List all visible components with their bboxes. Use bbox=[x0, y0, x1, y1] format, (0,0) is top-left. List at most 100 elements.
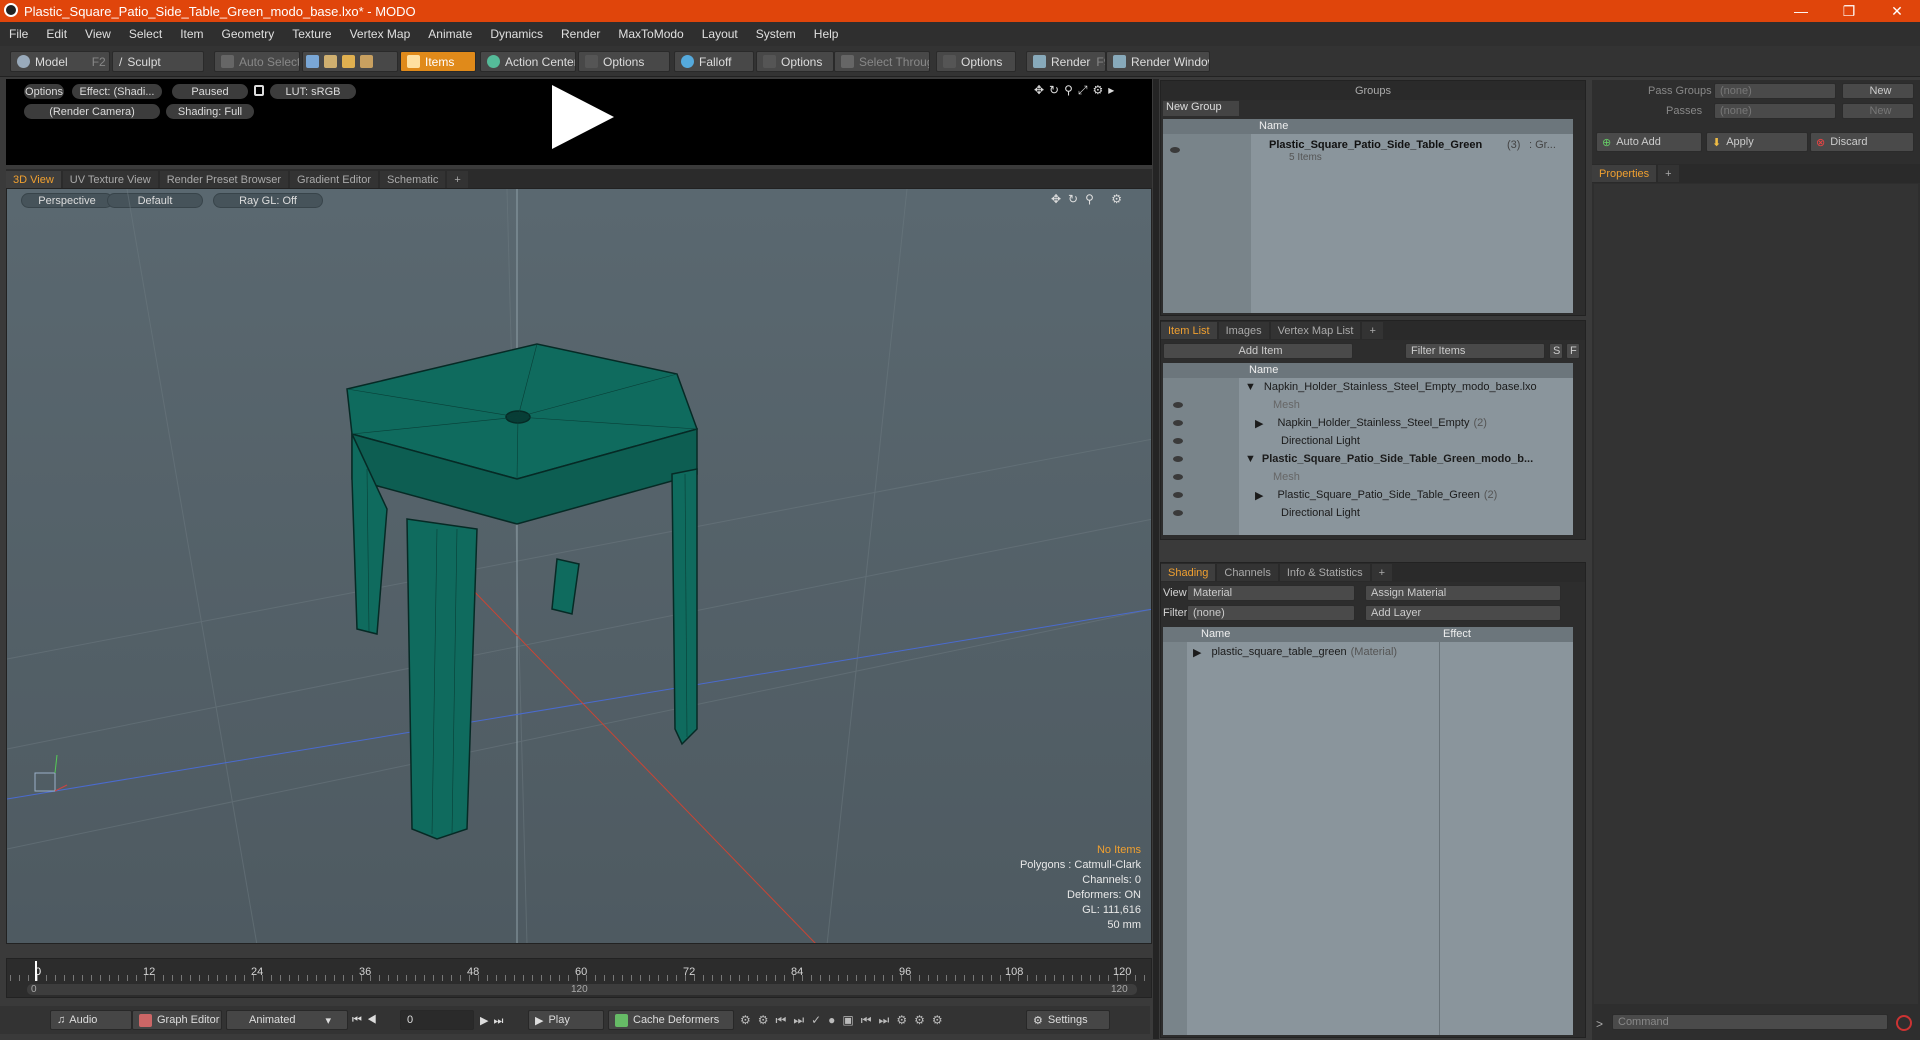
cache-deformers-button[interactable]: Cache Deformers bbox=[608, 1010, 734, 1030]
eye-icon[interactable] bbox=[1173, 402, 1183, 408]
menu-maxtomodo[interactable]: MaxToModo bbox=[609, 27, 692, 41]
filter-dropdown[interactable]: (none) bbox=[1187, 605, 1355, 621]
add-tab-button[interactable]: + bbox=[1658, 165, 1679, 182]
list-item[interactable]: Mesh bbox=[1173, 468, 1300, 486]
menu-geometry[interactable]: Geometry bbox=[213, 27, 284, 41]
audio-button[interactable]: ♫ Audio bbox=[50, 1010, 132, 1030]
play-button[interactable]: ▶ Play bbox=[528, 1010, 604, 1030]
eye-icon[interactable] bbox=[1173, 492, 1183, 498]
list-item[interactable]: Directional Light bbox=[1173, 432, 1360, 450]
menu-view[interactable]: View bbox=[76, 27, 120, 41]
apply-button[interactable]: ⬇ Apply bbox=[1706, 132, 1808, 152]
tab-shading[interactable]: Shading bbox=[1161, 564, 1216, 581]
eye-icon[interactable] bbox=[1170, 147, 1180, 153]
close-button[interactable]: ✕ bbox=[1874, 0, 1920, 22]
menu-edit[interactable]: Edit bbox=[37, 27, 76, 41]
eye-icon[interactable] bbox=[1173, 474, 1183, 480]
passes-dropdown[interactable]: (none) bbox=[1714, 103, 1836, 119]
tab-images[interactable]: Images bbox=[1218, 322, 1269, 339]
animated-dropdown[interactable]: Animated ▾ bbox=[226, 1010, 348, 1030]
eye-icon[interactable] bbox=[1173, 420, 1183, 426]
tab-3d-view[interactable]: 3D View bbox=[6, 171, 61, 188]
discard-button[interactable]: ⊗ Discard bbox=[1810, 132, 1914, 152]
menu-render[interactable]: Render bbox=[552, 27, 609, 41]
menu-texture[interactable]: Texture bbox=[283, 27, 340, 41]
model-button[interactable]: Model F2 bbox=[10, 51, 110, 72]
falloff-button[interactable]: Falloff bbox=[674, 51, 754, 72]
auto-select-button[interactable]: Auto Select bbox=[214, 51, 300, 72]
minimize-button[interactable]: — bbox=[1778, 0, 1824, 22]
auto-add-button[interactable]: ⊕ Auto Add bbox=[1596, 132, 1702, 152]
menu-animate[interactable]: Animate bbox=[419, 27, 481, 41]
group-item-name[interactable]: Plastic_Square_Patio_Side_Table_Green bbox=[1269, 139, 1482, 151]
stop-icon[interactable] bbox=[1896, 1015, 1912, 1031]
shading-dropdown[interactable]: Shading: Full bbox=[166, 104, 254, 119]
assign-material-dropdown[interactable]: Assign Material bbox=[1365, 585, 1561, 601]
list-item[interactable]: Directional Light bbox=[1173, 504, 1360, 522]
list-item[interactable]: ▶ Napkin_Holder_Stainless_Steel_Empty (2) bbox=[1173, 414, 1487, 432]
vertices-mode-icon[interactable] bbox=[306, 55, 319, 68]
menu-help[interactable]: Help bbox=[805, 27, 848, 41]
materials-mode-icon[interactable] bbox=[360, 55, 373, 68]
action-center-button[interactable]: Action Center bbox=[480, 51, 576, 72]
camera-dropdown[interactable]: (Render Camera) bbox=[24, 104, 160, 119]
tab-item-list[interactable]: Item List bbox=[1161, 322, 1217, 339]
eye-icon[interactable] bbox=[1173, 456, 1183, 462]
maximize-button[interactable]: ❐ bbox=[1826, 0, 1872, 22]
render-window-button[interactable]: Render Window bbox=[1106, 51, 1210, 72]
command-input[interactable]: Command bbox=[1612, 1014, 1888, 1030]
paused-button[interactable]: Paused bbox=[172, 84, 248, 99]
list-item[interactable]: Mesh bbox=[1173, 396, 1300, 414]
preview-nav-icons[interactable]: ✥↻⚲⤢⚙▸ bbox=[1034, 83, 1119, 98]
effect-dropdown[interactable]: Effect: (Shadi... bbox=[72, 84, 162, 99]
edges-mode-icon[interactable] bbox=[324, 55, 337, 68]
menu-dynamics[interactable]: Dynamics bbox=[481, 27, 552, 41]
frame-input[interactable]: 0 bbox=[400, 1010, 474, 1030]
add-tab-button[interactable]: + bbox=[1362, 322, 1383, 339]
material-row[interactable]: ▶ plastic_square_table_green (Material) bbox=[1193, 643, 1397, 661]
panel-divider[interactable] bbox=[1153, 79, 1159, 1039]
add-tab-button[interactable]: + bbox=[447, 171, 468, 188]
tab-uv-texture-view[interactable]: UV Texture View bbox=[62, 171, 158, 188]
menu-layout[interactable]: Layout bbox=[693, 27, 747, 41]
items-mode-button[interactable]: Items bbox=[400, 51, 476, 72]
sculpt-button[interactable]: / Sculpt bbox=[112, 51, 204, 72]
eye-icon[interactable] bbox=[1173, 438, 1183, 444]
tab-gradient-editor[interactable]: Gradient Editor bbox=[290, 171, 378, 188]
new-pass-button[interactable]: New bbox=[1842, 103, 1914, 119]
menu-file[interactable]: File bbox=[0, 27, 37, 41]
list-item[interactable]: ▼ Napkin_Holder_Stainless_Steel_Empty_mod… bbox=[1245, 378, 1537, 396]
preview-options-button[interactable]: Options bbox=[24, 84, 64, 99]
tab-properties[interactable]: Properties bbox=[1592, 165, 1657, 182]
pass-groups-dropdown[interactable]: (none) bbox=[1714, 83, 1836, 99]
lock-icon[interactable] bbox=[254, 85, 264, 96]
tab-info-statistics[interactable]: Info & Statistics bbox=[1279, 564, 1370, 581]
3d-viewport[interactable]: Perspective Default Ray GL: Off ✥↻⚲ ⚙ No… bbox=[6, 188, 1152, 944]
add-layer-dropdown[interactable]: Add Layer bbox=[1365, 605, 1561, 621]
filter-items-input[interactable]: Filter Items bbox=[1405, 343, 1545, 359]
falloff-options-button[interactable]: Options bbox=[756, 51, 834, 72]
view-dropdown[interactable]: Material bbox=[1187, 585, 1355, 601]
menu-item[interactable]: Item bbox=[171, 27, 212, 41]
keying-icons[interactable]: ⚙⚙⏮⏭✓●▣⏮⏭⚙⚙⚙ bbox=[740, 1013, 950, 1028]
new-pass-group-button[interactable]: New bbox=[1842, 83, 1914, 99]
select-through-options-button[interactable]: Options bbox=[936, 51, 1016, 72]
list-item[interactable]: ▶ Plastic_Square_Patio_Side_Table_Green (2… bbox=[1173, 486, 1497, 504]
tab-schematic[interactable]: Schematic bbox=[380, 171, 446, 188]
add-tab-button[interactable]: + bbox=[1371, 564, 1393, 581]
add-item-dropdown[interactable]: Add Item bbox=[1163, 343, 1353, 359]
graph-editor-button[interactable]: Graph Editor bbox=[132, 1010, 222, 1030]
lut-dropdown[interactable]: LUT: sRGB bbox=[270, 84, 356, 99]
action-center-options-button[interactable]: Options bbox=[578, 51, 670, 72]
prev-key-icons[interactable]: ⏮◀ bbox=[352, 1014, 382, 1027]
new-group-button[interactable]: New Group bbox=[1163, 101, 1239, 116]
list-item[interactable]: ▼ Plastic_Square_Patio_Side_Table_Green_m… bbox=[1173, 450, 1533, 468]
menu-vertex-map[interactable]: Vertex Map bbox=[341, 27, 420, 41]
render-button[interactable]: Render F9 bbox=[1026, 51, 1106, 72]
settings-button[interactable]: ⚙ Settings bbox=[1026, 1010, 1110, 1030]
play-icon[interactable] bbox=[552, 85, 614, 149]
menu-system[interactable]: System bbox=[747, 27, 805, 41]
polygons-mode-icon[interactable] bbox=[342, 55, 355, 68]
timeline[interactable]: 0 12 24 36 48 60 72 84 96 108 120 0 120 … bbox=[6, 958, 1153, 998]
s-button[interactable]: S bbox=[1549, 343, 1563, 359]
